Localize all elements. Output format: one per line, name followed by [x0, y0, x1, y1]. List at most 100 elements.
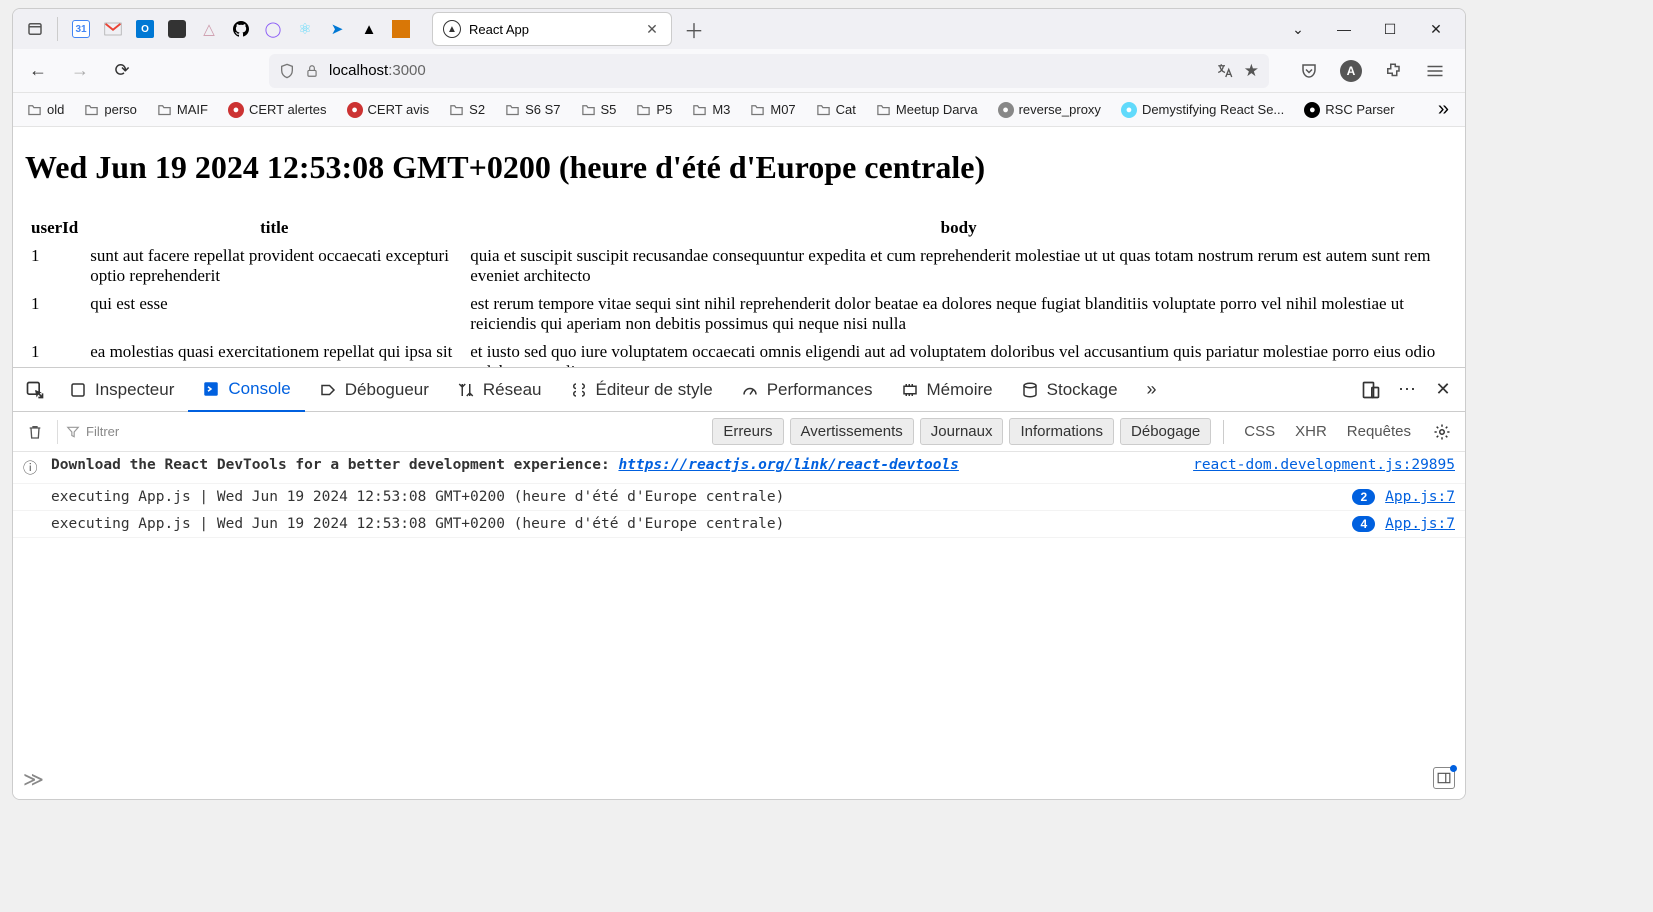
recent-tabs-icon[interactable] [19, 13, 51, 45]
filter-chip[interactable]: Informations [1009, 418, 1114, 445]
maximize-button[interactable]: ☐ [1367, 9, 1413, 49]
github-icon[interactable] [232, 20, 250, 38]
devtools-tab-console[interactable]: Console [188, 368, 304, 412]
bookmark-label: Demystifying React Se... [1142, 102, 1284, 117]
filter-chip[interactable]: Journaux [920, 418, 1004, 445]
active-tab[interactable]: ▲ React App ✕ [432, 12, 672, 46]
filter-chip[interactable]: Débogage [1120, 418, 1211, 445]
count-badge: 4 [1352, 516, 1375, 532]
new-tab-button[interactable]: ＋ [678, 13, 710, 45]
filter-toggle[interactable]: CSS [1236, 419, 1283, 444]
source-link[interactable]: App.js:7 [1385, 516, 1455, 532]
console-output: ⓘDownload the React DevTools for a bette… [13, 452, 1465, 759]
bookmark-item[interactable]: S5 [575, 98, 623, 121]
tab-close-icon[interactable]: ✕ [643, 20, 661, 38]
bookmark-item[interactable]: S2 [443, 98, 491, 121]
clear-console-icon[interactable] [21, 418, 49, 446]
bookmark-label: S6 S7 [525, 102, 560, 117]
devtools-panel: InspecteurConsoleDébogueurRéseauÉditeur … [13, 367, 1465, 799]
filter-toggle[interactable]: XHR [1287, 419, 1335, 444]
bookmark-item[interactable]: ●reverse_proxy [992, 98, 1107, 122]
devtools-tab-performances[interactable]: Performances [727, 368, 887, 412]
app1-icon[interactable] [168, 20, 186, 38]
bookmark-item[interactable]: ●RSC Parser [1298, 98, 1400, 122]
account-button[interactable]: A [1337, 57, 1365, 85]
bookmark-item[interactable]: perso [78, 98, 143, 121]
reload-button[interactable]: ⟳ [107, 56, 137, 86]
filter-chip[interactable]: Avertissements [790, 418, 914, 445]
address-box[interactable]: localhost:3000 ★ [269, 54, 1269, 88]
folder-icon [876, 103, 891, 116]
devtools-menu-icon[interactable]: ⋯ [1391, 374, 1423, 406]
gmail-icon[interactable] [104, 20, 122, 38]
filter-chip[interactable]: Erreurs [712, 418, 783, 445]
devtools-close-icon[interactable]: ✕ [1427, 374, 1459, 406]
minimize-button[interactable]: ― [1321, 9, 1367, 49]
bookmark-item[interactable]: P5 [630, 98, 678, 121]
bookmark-item[interactable]: ●CERT avis [341, 98, 436, 122]
bookmark-item[interactable]: Cat [810, 98, 862, 121]
back-button[interactable]: ← [23, 56, 53, 86]
filter-toggle[interactable]: Requêtes [1339, 419, 1419, 444]
page-content: Wed Jun 19 2024 12:53:08 GMT+0200 (heure… [13, 127, 1465, 367]
bookmark-item[interactable]: S6 S7 [499, 98, 566, 121]
bookmarks-overflow-icon[interactable]: » [1430, 98, 1457, 121]
calendar-icon[interactable]: 31 [72, 20, 90, 38]
app3-icon[interactable]: ◯ [264, 20, 282, 38]
app5-icon[interactable] [392, 20, 410, 38]
outlook-icon[interactable]: O [136, 20, 154, 38]
devtools-tab-mmoire[interactable]: Mémoire [887, 368, 1007, 412]
translate-icon[interactable] [1216, 62, 1234, 80]
extensions-icon[interactable] [1379, 57, 1407, 85]
pocket-icon[interactable] [1295, 57, 1323, 85]
devtools-tab-stockage[interactable]: Stockage [1007, 368, 1132, 412]
window-controls: ⌄ ― ☐ ✕ [1275, 9, 1459, 49]
lock-icon[interactable] [305, 63, 319, 79]
url-text: localhost:3000 [329, 62, 1206, 79]
browser-window: 31 O △ ◯ ⚛ ➤ ▲ ▲ React App ✕ ＋ ⌄ ― ☐ ✕ [12, 8, 1466, 800]
shield-icon[interactable] [279, 62, 295, 80]
bookmark-item[interactable]: ● Demystifying React Se... [1115, 98, 1290, 122]
console-filter-input[interactable]: Filtrer [66, 424, 246, 439]
bookmark-label: MAIF [177, 102, 208, 117]
folder-icon [27, 103, 42, 116]
app2-icon[interactable]: △ [200, 20, 218, 38]
element-picker-icon[interactable] [19, 374, 51, 406]
bookmark-item[interactable]: ●CERT alertes [222, 98, 333, 122]
tabs-dropdown-icon[interactable]: ⌄ [1275, 9, 1321, 49]
folder-icon [505, 103, 520, 116]
favicon: ● [998, 102, 1014, 118]
console-link[interactable]: https://reactjs.org/link/react-devtools [618, 457, 958, 473]
devtools-tab-diteurdestyle[interactable]: Éditeur de style [556, 368, 727, 412]
app-menu-icon[interactable] [1421, 57, 1449, 85]
tab-label: Stockage [1047, 380, 1118, 400]
devtools-tab-inspecteur[interactable]: Inspecteur [55, 368, 188, 412]
bookmark-label: S2 [469, 102, 485, 117]
tab-icon [457, 381, 475, 399]
bookmark-label: S5 [601, 102, 617, 117]
sidebar-toggle-icon[interactable] [1433, 767, 1455, 789]
devtools-tab-dbogueur[interactable]: Débogueur [305, 368, 443, 412]
bookmark-star-icon[interactable]: ★ [1244, 61, 1259, 81]
source-link[interactable]: react-dom.development.js:29895 [1193, 457, 1455, 473]
bookmark-label: M3 [712, 102, 730, 117]
bookmark-label: CERT avis [368, 102, 430, 117]
close-window-button[interactable]: ✕ [1413, 9, 1459, 49]
app4-icon[interactable]: ➤ [328, 20, 346, 38]
source-link[interactable]: App.js:7 [1385, 489, 1455, 505]
react-icon[interactable]: ⚛ [296, 20, 314, 38]
favicon: ● [1121, 102, 1137, 118]
console-settings-icon[interactable] [1427, 423, 1457, 441]
bookmark-item[interactable]: Meetup Darva [870, 98, 984, 121]
bookmark-item[interactable]: old [21, 98, 70, 121]
responsive-mode-icon[interactable] [1355, 374, 1387, 406]
devtools-tab-rseau[interactable]: Réseau [443, 368, 556, 412]
devtools-more-tabs-icon[interactable]: » [1136, 374, 1168, 406]
bookmark-item[interactable]: M3 [686, 98, 736, 121]
cell-title: qui est esse [84, 290, 464, 338]
console-prompt[interactable]: ≫ [13, 759, 1465, 799]
vercel-icon[interactable]: ▲ [360, 20, 378, 38]
bookmark-item[interactable]: MAIF [151, 98, 214, 121]
bookmark-item[interactable]: M07 [744, 98, 801, 121]
console-line: ⓘDownload the React DevTools for a bette… [13, 452, 1465, 484]
